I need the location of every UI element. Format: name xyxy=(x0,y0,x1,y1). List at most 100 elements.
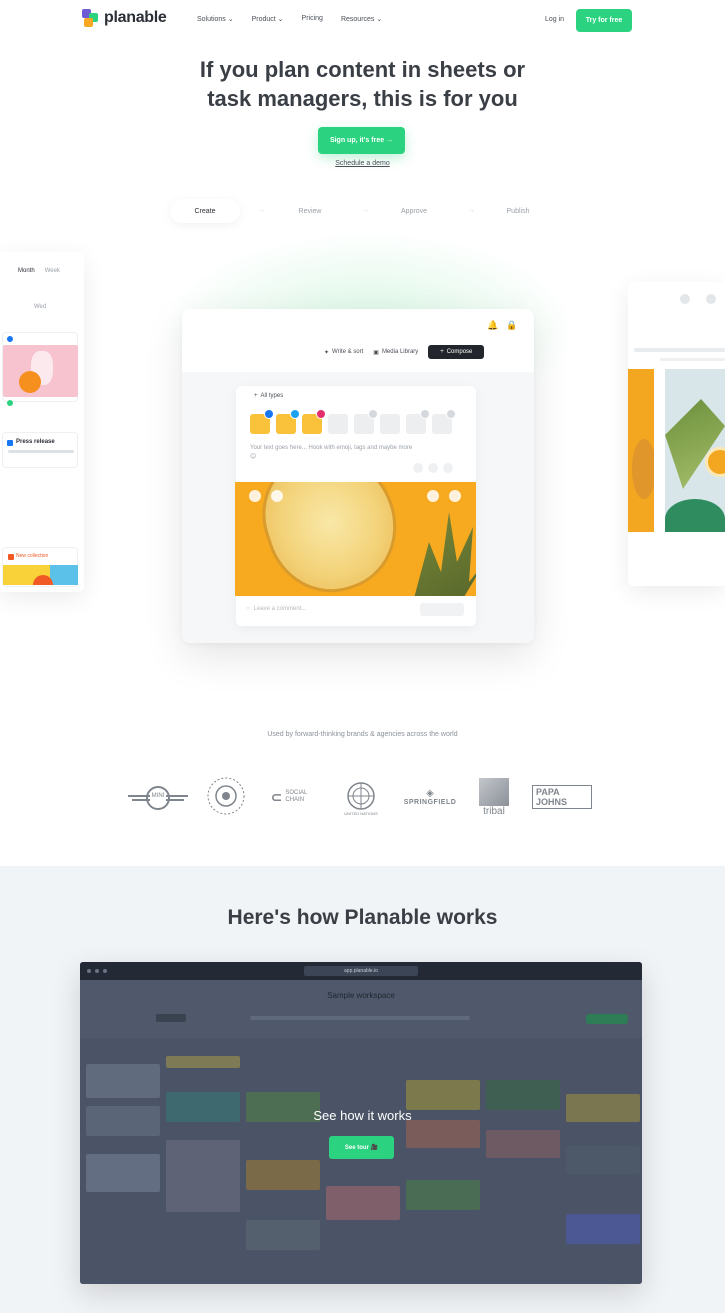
hashtag-icon[interactable] xyxy=(428,463,438,473)
comment-box[interactable]: ○ Leave a comment... xyxy=(246,606,306,612)
status-dot xyxy=(7,400,13,406)
plus-icon: + xyxy=(254,393,258,399)
springfield-emblem-icon: ◈ xyxy=(426,788,434,799)
pinterest-icon xyxy=(420,409,430,419)
workspace-title: Sample workspace xyxy=(327,991,395,1000)
post-image xyxy=(235,482,476,596)
post-title: New collection xyxy=(16,553,49,559)
hero-cta-button[interactable]: Sign up, it's free → xyxy=(318,127,405,154)
channel-slot[interactable] xyxy=(432,409,456,434)
board-column xyxy=(246,1050,322,1284)
facebook-icon xyxy=(7,336,13,342)
signup-button[interactable]: Try for free xyxy=(576,9,632,32)
logo[interactable]: planable xyxy=(82,9,167,27)
calendar-day: Wed xyxy=(34,304,47,310)
springfield-logo: ◈ SPRINGFIELD xyxy=(403,788,457,806)
step-approve[interactable]: Approve xyxy=(384,199,444,223)
product-video[interactable]: app.planable.io Sample workspace xyxy=(80,962,642,1284)
nav-product[interactable]: Product ⌄ xyxy=(252,15,284,23)
edit-image-icon[interactable] xyxy=(249,490,261,502)
browser-url: app.planable.io xyxy=(304,966,418,976)
caption-tools xyxy=(413,463,453,473)
calendar-preview xyxy=(0,252,84,592)
image-options-icon[interactable] xyxy=(427,490,439,502)
tribal-logo: tribal xyxy=(474,772,514,822)
compose-button[interactable]: + Compose xyxy=(428,345,485,359)
preview-line xyxy=(634,348,725,352)
brands-caption: Used by forward-thinking brands & agenci… xyxy=(267,731,458,738)
post-image xyxy=(628,369,654,532)
linkedin-icon xyxy=(7,440,13,446)
chain-icon: ⊂ xyxy=(270,788,283,805)
board-column xyxy=(86,1050,162,1284)
editor-toolbar: ✦ Write & sort ▣ Media Library + Compose xyxy=(324,345,485,359)
step-create[interactable]: Create xyxy=(170,199,240,223)
toggle-month[interactable]: Month xyxy=(18,268,35,274)
plus-icon: + xyxy=(440,349,444,355)
hero-title: If you plan content in sheets or task ma… xyxy=(199,57,526,111)
step-publish[interactable]: Publish xyxy=(490,199,546,223)
nav-resources[interactable]: Resources ⌄ xyxy=(341,15,382,23)
ai-assist-button[interactable]: ✦ Write & sort xyxy=(324,349,363,356)
toggle-week[interactable]: Week xyxy=(45,268,60,274)
close-icon[interactable] xyxy=(449,490,461,502)
window-controls xyxy=(87,969,107,973)
twitter-icon xyxy=(290,409,300,419)
post-image xyxy=(3,345,78,397)
lock-icon[interactable]: 🔒 xyxy=(506,320,517,331)
channel-twitter[interactable] xyxy=(276,409,300,434)
facebook-icon xyxy=(264,409,274,419)
post-caption[interactable]: Your text goes here... Hook with emoji, … xyxy=(250,444,420,462)
media-library-button[interactable]: ▣ Media Library xyxy=(373,349,418,356)
logo-text: planable xyxy=(104,9,167,26)
board-column xyxy=(406,1050,482,1284)
post-image xyxy=(3,565,78,585)
brand-logos: MINI ⊂ SOCIAL CHAIN UNITED NATIONS ◈ SPR… xyxy=(120,770,610,825)
linkedin-icon xyxy=(368,409,378,419)
step-arrow-icon: → xyxy=(258,207,265,214)
channel-selector xyxy=(250,409,456,434)
channel-facebook[interactable] xyxy=(250,409,274,434)
see-tour-button[interactable]: See tour 🎥 xyxy=(329,1136,394,1159)
nav-solutions[interactable]: Solutions ⌄ xyxy=(197,15,234,23)
app-action-button xyxy=(586,1014,628,1024)
channel-slot[interactable] xyxy=(380,414,400,434)
social-chain-logo: ⊂ SOCIAL CHAIN xyxy=(270,788,308,805)
channel-slot[interactable] xyxy=(406,409,430,434)
channel-slot[interactable] xyxy=(354,409,378,434)
papa-johns-logo: PAPA JOHNS xyxy=(532,784,592,810)
comment-icon: ○ xyxy=(246,606,250,612)
top-nav: planable Solutions ⌄ Product ⌄ Pricing R… xyxy=(0,0,725,40)
sparkle-icon: ✦ xyxy=(324,349,330,356)
image-icon: ▣ xyxy=(373,349,379,356)
board-column xyxy=(326,1050,402,1284)
board-column xyxy=(166,1050,242,1284)
crop-icon[interactable] xyxy=(271,490,283,502)
instagram-icon xyxy=(8,554,14,560)
channel-instagram[interactable] xyxy=(302,409,326,434)
schedule-demo-link[interactable]: Schedule a demo xyxy=(0,160,725,167)
post-type-label[interactable]: + All types xyxy=(254,393,283,399)
login-link[interactable]: Log in xyxy=(545,16,564,23)
preview-line xyxy=(660,358,725,361)
planable-logo-icon xyxy=(82,9,100,27)
step-review[interactable]: Review xyxy=(280,199,340,223)
nav-pricing[interactable]: Pricing xyxy=(302,15,323,23)
step-arrow-icon: → xyxy=(468,207,475,214)
bell-icon[interactable]: 🔔 xyxy=(487,320,498,331)
channel-slot[interactable] xyxy=(328,414,348,434)
more-icon[interactable] xyxy=(443,463,453,473)
workflow-steps: Create → Review → Approve → Publish xyxy=(0,199,725,223)
editor-header-icons: 🔔 🔒 xyxy=(487,320,517,331)
un-logo: UNITED NATIONS xyxy=(338,776,384,820)
send-comment-button[interactable] xyxy=(420,603,464,616)
google-icon xyxy=(446,409,456,419)
calendar-view-toggle: Month Week xyxy=(18,268,60,274)
expand-icon xyxy=(706,294,716,304)
how-it-works-title: Here's how Planable works xyxy=(227,906,498,929)
post-text-line xyxy=(8,450,74,453)
mini-logo: MINI xyxy=(128,784,188,812)
emoji-icon[interactable] xyxy=(413,463,423,473)
preview-icons xyxy=(680,294,716,304)
board-column xyxy=(566,1050,642,1284)
